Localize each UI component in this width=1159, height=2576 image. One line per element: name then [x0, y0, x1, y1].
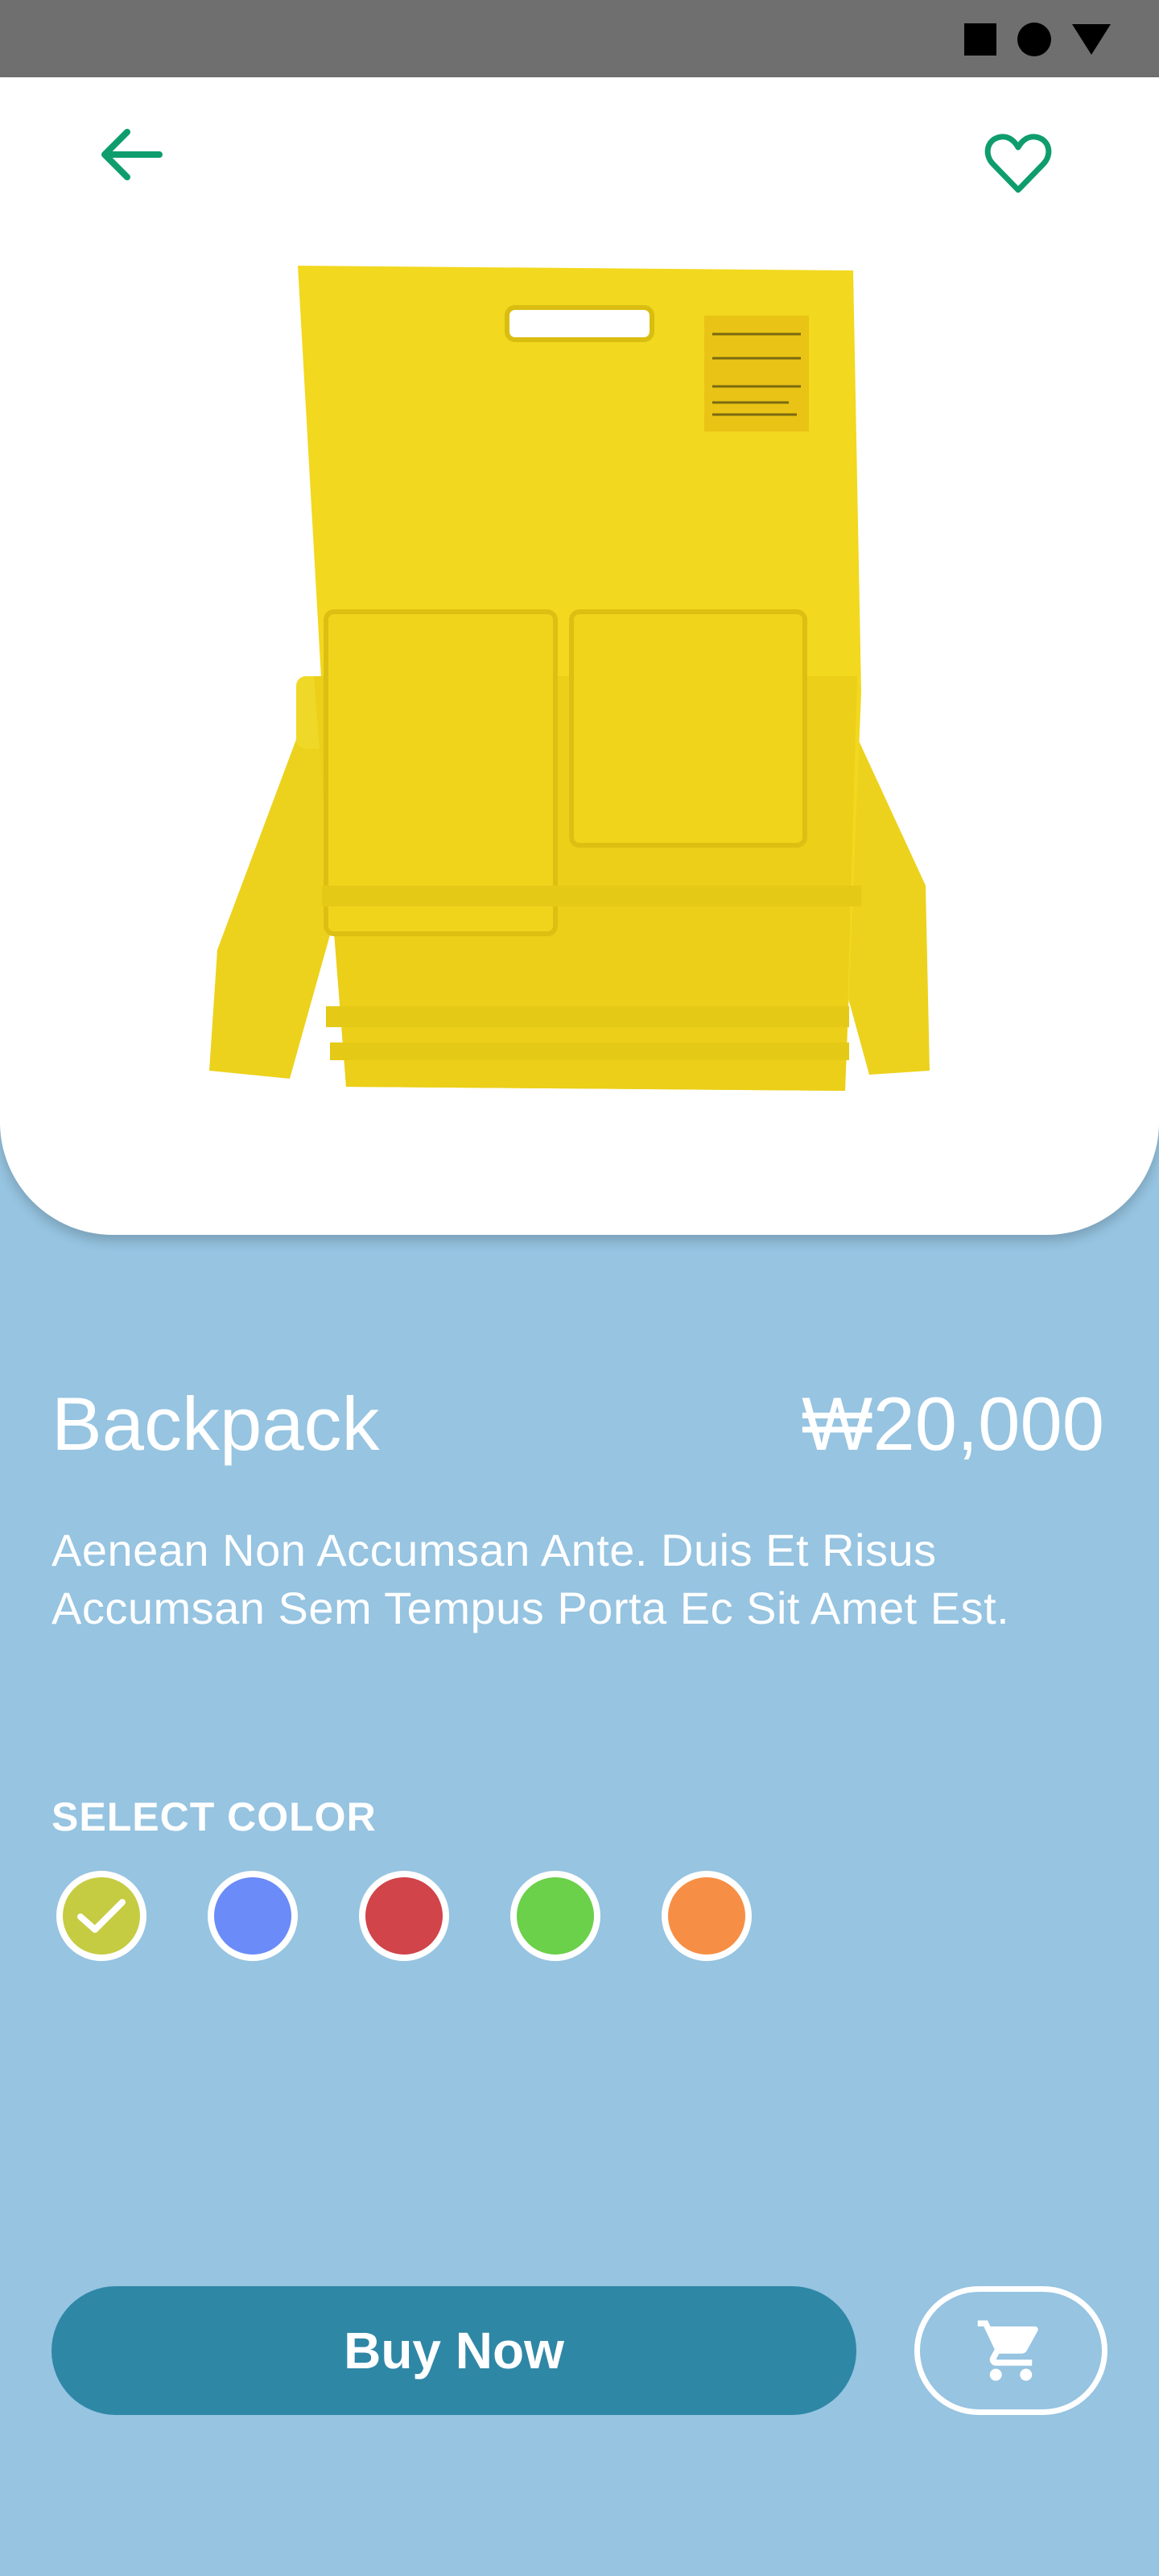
color-swatch-olive-yellow[interactable]: [56, 1871, 146, 1961]
color-swatch-orange[interactable]: [662, 1871, 752, 1961]
check-icon: [77, 1899, 126, 1933]
status-circle-icon: [1017, 23, 1051, 56]
back-arrow-icon[interactable]: [95, 122, 167, 187]
buy-now-button[interactable]: Buy Now: [52, 2286, 856, 2415]
color-swatch-list: [56, 1871, 752, 1961]
status-triangle-icon: [1072, 24, 1111, 55]
signal-square-icon: [964, 23, 996, 56]
select-color-label: SELECT COLOR: [52, 1794, 377, 1839]
color-swatch-red[interactable]: [359, 1871, 449, 1961]
color-swatch-blue[interactable]: [208, 1871, 298, 1961]
product-description: Aenean Non Accumsan Ante. Duis Et Risus …: [52, 1525, 1010, 1633]
product-title: Backpack: [52, 1381, 380, 1466]
product-price: ₩20,000: [801, 1381, 1104, 1466]
color-swatch-green[interactable]: [510, 1871, 600, 1961]
heart-icon[interactable]: [982, 127, 1054, 200]
status-bar: [0, 0, 1159, 77]
add-to-cart-button[interactable]: [914, 2286, 1107, 2415]
product-image-card: [0, 77, 1159, 1235]
cart-icon: [977, 2320, 1038, 2381]
product-image: [209, 266, 930, 1091]
